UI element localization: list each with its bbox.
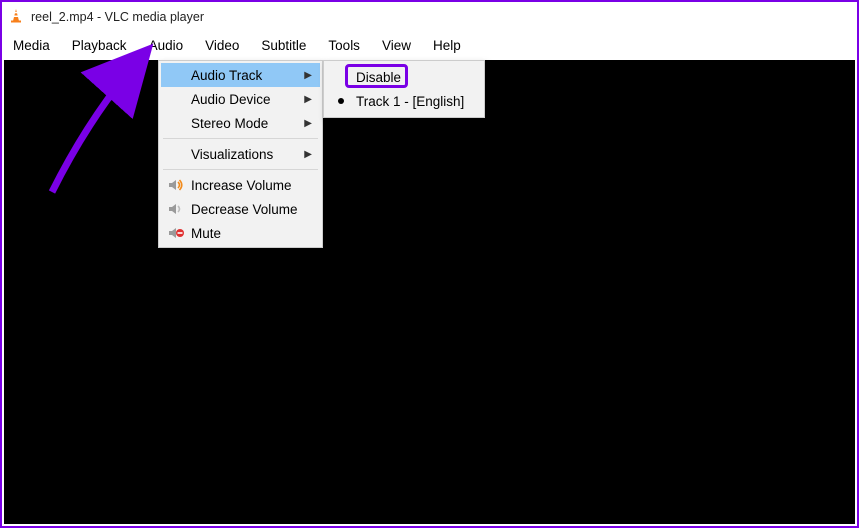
menu-mute[interactable]: Mute <box>161 221 320 245</box>
audio-dropdown: Audio Track ▶ Audio Device ▶ Stereo Mode… <box>158 60 323 248</box>
menu-help[interactable]: Help <box>422 32 472 58</box>
menu-audio-device-label: Audio Device <box>191 92 271 107</box>
menu-stereo-mode[interactable]: Stereo Mode ▶ <box>161 111 320 135</box>
vlc-cone-icon <box>8 8 24 27</box>
menu-separator <box>163 138 318 139</box>
submenu-track1-label: Track 1 - [English] <box>356 94 464 109</box>
submenu-arrow-icon: ▶ <box>304 118 312 129</box>
menu-visualizations-label: Visualizations <box>191 147 273 162</box>
menu-tools[interactable]: Tools <box>317 32 371 58</box>
menu-audio-track-label: Audio Track <box>191 68 262 83</box>
submenu-arrow-icon: ▶ <box>304 70 312 81</box>
menu-increase-volume[interactable]: Increase Volume <box>161 173 320 197</box>
menu-audio[interactable]: Audio <box>138 32 195 58</box>
menu-increase-volume-label: Increase Volume <box>191 178 292 193</box>
titlebar: reel_2.mp4 - VLC media player <box>2 2 857 32</box>
menu-playback[interactable]: Playback <box>61 32 138 58</box>
vlc-window: reel_2.mp4 - VLC media player Media Play… <box>0 0 859 528</box>
menu-visualizations[interactable]: Visualizations ▶ <box>161 142 320 166</box>
menu-separator <box>163 169 318 170</box>
menu-media[interactable]: Media <box>2 32 61 58</box>
menu-audio-track[interactable]: Audio Track ▶ <box>161 63 320 87</box>
menu-mute-label: Mute <box>191 226 221 241</box>
menu-subtitle[interactable]: Subtitle <box>250 32 317 58</box>
submenu-arrow-icon: ▶ <box>304 94 312 105</box>
radio-selected-icon <box>338 98 344 104</box>
menu-video[interactable]: Video <box>194 32 250 58</box>
annotation-highlight <box>345 64 408 88</box>
menu-decrease-volume[interactable]: Decrease Volume <box>161 197 320 221</box>
submenu-track1[interactable]: Track 1 - [English] <box>326 89 482 113</box>
menu-view[interactable]: View <box>371 32 422 58</box>
submenu-arrow-icon: ▶ <box>304 149 312 160</box>
volume-up-icon <box>167 178 185 192</box>
volume-down-icon <box>167 202 185 216</box>
menubar: Media Playback Audio Video Subtitle Tool… <box>2 32 857 58</box>
menu-stereo-mode-label: Stereo Mode <box>191 116 268 131</box>
window-title: reel_2.mp4 - VLC media player <box>31 10 204 24</box>
menu-audio-device[interactable]: Audio Device ▶ <box>161 87 320 111</box>
video-area[interactable] <box>4 60 855 524</box>
menu-decrease-volume-label: Decrease Volume <box>191 202 298 217</box>
mute-icon <box>167 226 185 240</box>
